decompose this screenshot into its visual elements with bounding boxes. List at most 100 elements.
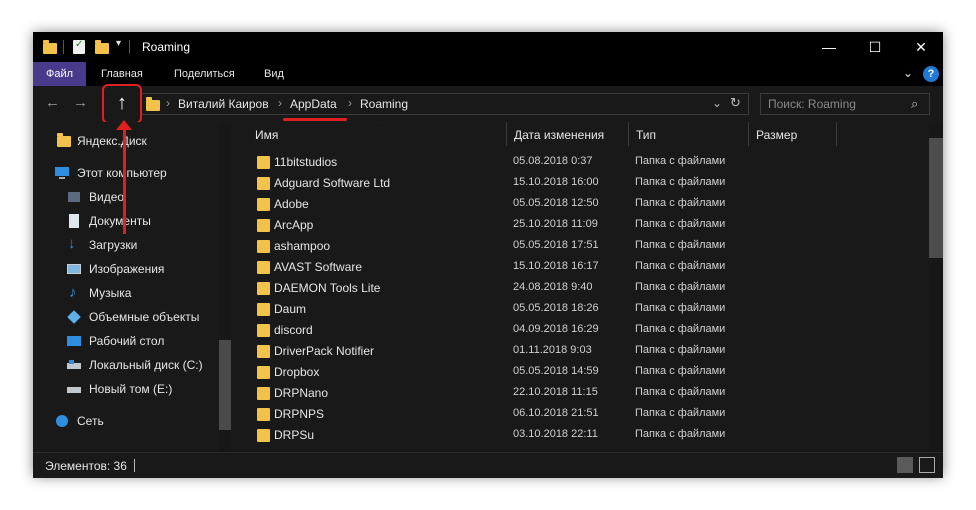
list-item[interactable]: DRPNano22.10.2018 11:15Папка с файлами (235, 383, 929, 404)
list-item[interactable]: DRPNPS06.10.2018 21:51Папка с файлами (235, 404, 929, 425)
ribbon-tabs: Файл Главная Поделиться Вид ⌄ ? (33, 62, 943, 86)
chevron-down-icon[interactable]: ⌄ (903, 66, 913, 80)
column-divider[interactable] (506, 122, 507, 146)
item-name: DRPNano (274, 386, 328, 400)
column-divider[interactable] (748, 122, 749, 146)
maximize-button[interactable]: ☐ (852, 32, 898, 62)
downloads-icon: ↓ (67, 238, 81, 252)
item-type: Папка с файлами (635, 323, 725, 335)
properties-icon[interactable]: ✓ (73, 40, 85, 54)
drive-icon (67, 358, 81, 372)
item-type: Папка с файлами (635, 344, 725, 356)
item-type: Папка с файлами (635, 428, 725, 440)
folder-icon (257, 219, 270, 232)
folder-icon (257, 261, 270, 274)
breadcrumb-appdata[interactable]: AppData (290, 97, 337, 111)
tab-share[interactable]: Поделиться (164, 62, 245, 86)
item-date: 03.10.2018 22:11 (513, 428, 598, 440)
network-icon (55, 414, 69, 428)
list-item[interactable]: ashampoo 05.05.2018 17:51 Папка с файлами (235, 236, 929, 257)
folder-icon (257, 156, 270, 169)
folder-icon (257, 240, 270, 253)
list-item[interactable]: ArcApp25.10.2018 11:09Папка с файлами (235, 215, 929, 236)
music-icon: ♪ (67, 286, 81, 300)
list-item[interactable]: AVAST Software15.10.2018 16:17Папка с фа… (235, 257, 929, 278)
item-count: Элементов: 36 (45, 459, 127, 473)
annotation-underline (283, 118, 347, 121)
item-type: Папка с файлами (635, 176, 725, 188)
column-header-date[interactable]: Дата изменения (514, 128, 604, 142)
search-placeholder: Поиск: Roaming (768, 97, 856, 111)
list-item[interactable]: Adobe05.05.2018 12:50Папка с файлами (235, 194, 929, 215)
folder-icon (257, 324, 270, 337)
list-item[interactable]: DriverPack Notifier01.11.2018 9:03Папка … (235, 341, 929, 362)
customize-toolbar-icon[interactable]: ▾ (116, 38, 121, 49)
list-item[interactable]: DAEMON Tools Lite24.08.2018 9:40Папка с … (235, 278, 929, 299)
list-item[interactable]: DRPSu03.10.2018 22:11Папка с файлами (235, 425, 929, 446)
tab-file[interactable]: Файл (33, 62, 86, 86)
chevron-down-icon[interactable]: ⌄ (712, 96, 722, 110)
details-view-icon[interactable] (897, 457, 913, 473)
item-date: 22.10.2018 11:15 (513, 386, 598, 398)
item-type: Папка с файлами (635, 365, 725, 377)
search-input[interactable]: Поиск: Roaming ⌕ (760, 93, 930, 115)
chevron-right-icon[interactable]: › (278, 96, 282, 110)
large-icons-view-icon[interactable] (919, 457, 935, 473)
item-date: 01.11.2018 9:03 (513, 344, 592, 356)
item-date: 24.08.2018 9:40 (513, 281, 593, 293)
file-list: Имя ⌃ Дата изменения Тип Размер 11bitstu… (235, 122, 929, 452)
item-date: 05.05.2018 14:59 (513, 365, 599, 377)
folder-icon (257, 345, 270, 358)
chevron-right-icon[interactable]: › (348, 96, 352, 110)
item-type: Папка с файлами (635, 281, 725, 293)
item-name: Dropbox (274, 365, 319, 379)
folder-icon (257, 387, 270, 400)
sidebar-scroll-thumb[interactable] (219, 340, 231, 430)
list-item[interactable]: discord04.09.2018 16:29Папка с файлами (235, 320, 929, 341)
item-type: Папка с файлами (635, 239, 725, 251)
help-icon[interactable]: ? (923, 66, 939, 82)
folder-icon (257, 177, 270, 190)
3d-objects-icon (67, 310, 81, 324)
item-name: Adguard Software Ltd (274, 176, 390, 190)
item-name: AVAST Software (274, 260, 362, 274)
item-name: Adobe (274, 197, 309, 211)
item-date: 25.10.2018 11:09 (513, 218, 598, 230)
back-button[interactable]: ← (45, 94, 60, 111)
column-divider[interactable] (628, 122, 629, 146)
list-item[interactable]: Daum05.05.2018 18:26Папка с файлами (235, 299, 929, 320)
column-divider[interactable] (836, 122, 837, 146)
file-list-scroll-thumb[interactable] (929, 138, 943, 258)
column-header-size[interactable]: Размер (756, 128, 797, 142)
folder-icon (257, 408, 270, 421)
item-name: ashampoo (274, 239, 330, 253)
forward-button[interactable]: → (73, 94, 88, 111)
sort-up-icon: ⌃ (374, 122, 382, 130)
item-date: 15.10.2018 16:17 (513, 260, 599, 272)
breadcrumb-user[interactable]: Виталий Каиров (178, 97, 269, 111)
breadcrumb-roaming[interactable]: Roaming (360, 97, 408, 111)
item-date: 05.05.2018 17:51 (513, 239, 599, 251)
list-item[interactable]: 11bitstudios05.08.2018 0:37Папка с файла… (235, 152, 929, 173)
list-item[interactable]: Dropbox 05.05.2018 14:59 Папка с файлами (235, 362, 929, 383)
tab-home[interactable]: Главная (91, 62, 153, 86)
item-type: Папка с файлами (635, 302, 725, 314)
item-name: DRPNPS (274, 407, 324, 421)
column-header-name[interactable]: Имя (255, 128, 278, 142)
list-item[interactable]: Adguard Software Ltd15.10.2018 16:00Папк… (235, 173, 929, 194)
item-name: 11bitstudios (274, 155, 337, 169)
up-button[interactable]: ↑ (102, 84, 142, 124)
close-button[interactable]: ✕ (898, 32, 944, 62)
divider (129, 40, 130, 54)
refresh-icon[interactable]: ↻ (730, 95, 741, 111)
address-bar[interactable]: › Виталий Каиров › AppData › Roaming ⌄ ↻ (137, 93, 749, 115)
navigation-bar: ← → › Виталий Каиров › AppData › Roaming… (33, 86, 943, 122)
column-header-type[interactable]: Тип (636, 128, 656, 142)
video-icon (67, 190, 81, 204)
chevron-right-icon[interactable]: › (166, 96, 170, 110)
folder-icon (257, 366, 270, 379)
search-icon[interactable]: ⌕ (911, 96, 918, 112)
tab-view[interactable]: Вид (254, 62, 294, 86)
minimize-button[interactable]: — (806, 32, 852, 62)
item-date: 06.10.2018 21:51 (513, 407, 599, 419)
